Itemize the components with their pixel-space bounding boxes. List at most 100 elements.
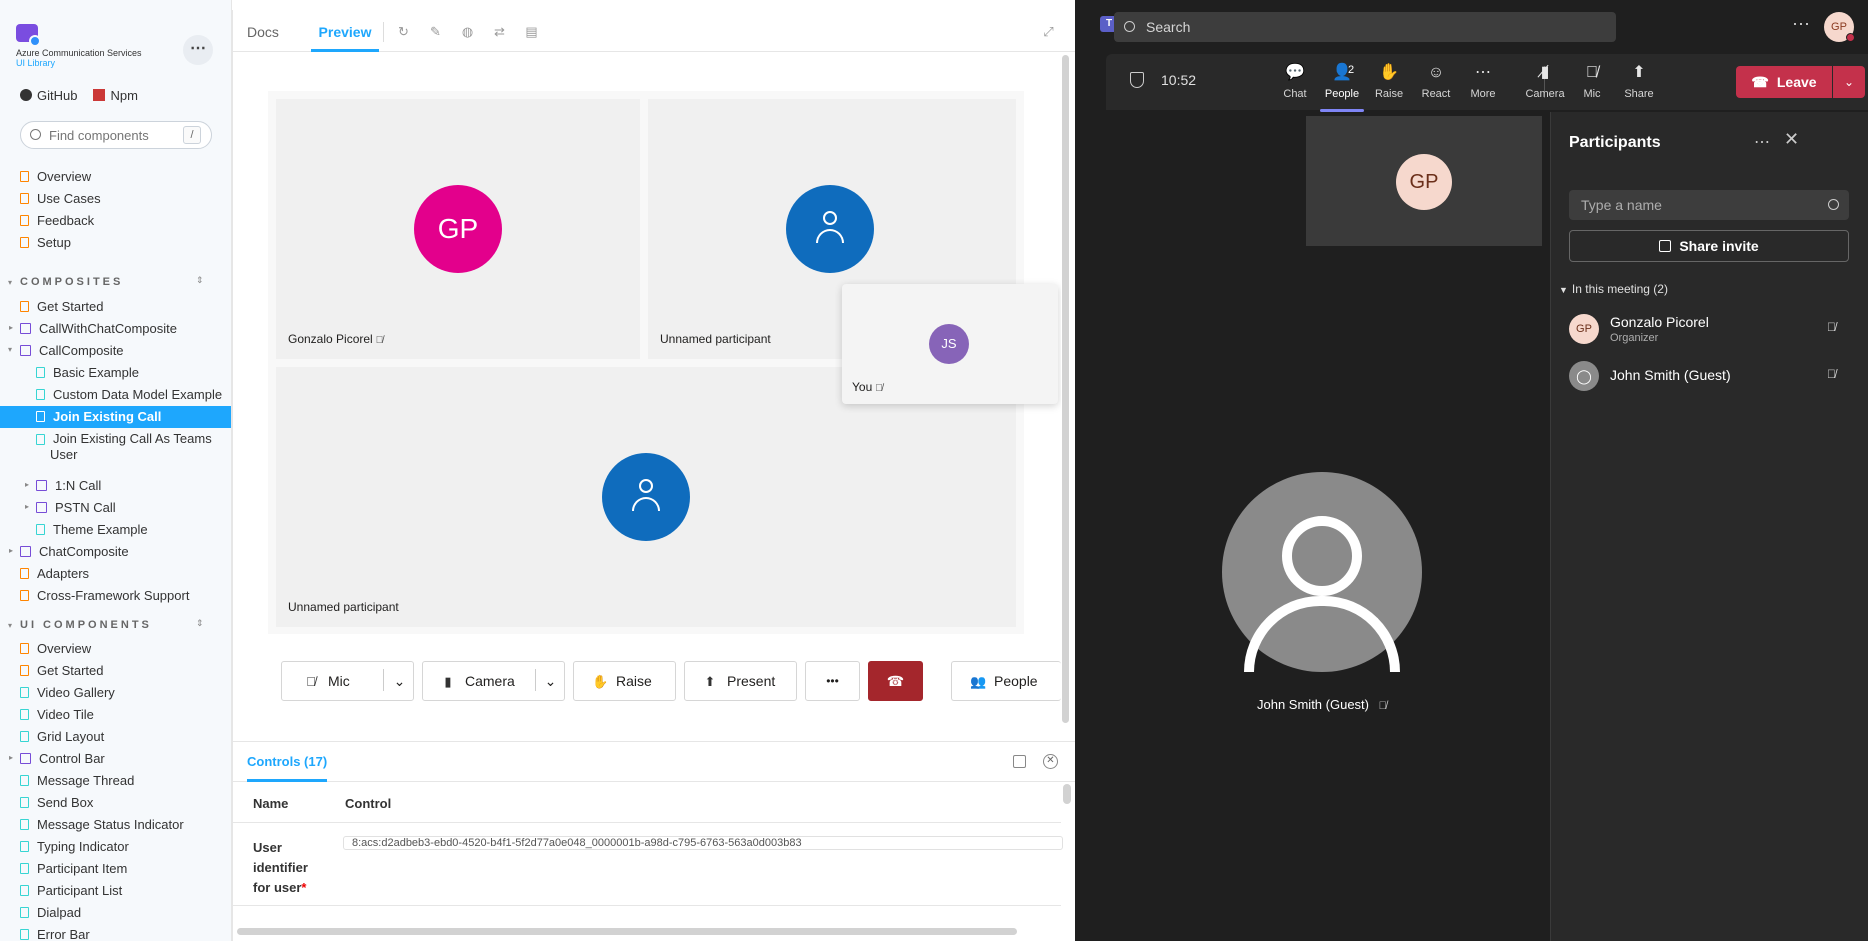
column-control: Control <box>345 796 392 811</box>
leave-button[interactable]: ☎ Leave <box>1736 66 1832 98</box>
react-button[interactable]: ☺ React <box>1410 62 1462 100</box>
nav-theme-example[interactable]: Theme Example <box>36 519 148 541</box>
nav-feedback[interactable]: Feedback <box>20 210 94 232</box>
nav-callcomposite[interactable]: CallComposite <box>20 340 124 362</box>
pencil-icon[interactable]: ✎ <box>429 25 442 38</box>
fullscreen-icon[interactable]: ⤢ <box>1042 25 1055 38</box>
preview-canvas: GP Gonzalo Picorel 🎙̸ Unnamed participant… <box>233 53 1063 741</box>
nav-control-bar[interactable]: Control Bar <box>20 748 105 770</box>
preview-scrollbar[interactable] <box>1061 55 1070 725</box>
nav-chatcomposite[interactable]: ChatComposite <box>20 541 129 563</box>
camera-button[interactable]: ▮̸ Camera <box>1519 62 1571 100</box>
people-button[interactable]: 👤 2 People <box>1316 62 1368 112</box>
sidebar-menu-button[interactable]: ⋯ <box>183 35 213 65</box>
person-icon <box>632 479 660 515</box>
scrollbar-thumb[interactable] <box>1062 55 1069 723</box>
chevron-right-icon[interactable]: ▸ <box>9 546 13 555</box>
share-button[interactable]: ⬆ Share <box>1613 62 1665 100</box>
raise-hand-button[interactable]: ✋ Raise <box>573 661 676 701</box>
direction-icon[interactable]: ⇄ <box>493 25 506 38</box>
chat-button[interactable]: 💬 Chat <box>1269 62 1321 100</box>
scrollbar-thumb[interactable] <box>237 928 1017 935</box>
local-video-tile[interactable]: JS You 🎙̸ <box>842 284 1058 404</box>
video-tile[interactable]: GP <box>1306 116 1542 246</box>
layout-icon[interactable]: ▤ <box>525 25 538 38</box>
nav-participant-item[interactable]: Participant Item <box>20 858 127 880</box>
story-icon <box>36 411 45 422</box>
nav-dialpad[interactable]: Dialpad <box>20 902 81 924</box>
nav-video-gallery[interactable]: Video Gallery <box>20 682 115 704</box>
controls-scrollbar-thumb[interactable] <box>1063 784 1071 804</box>
presence-busy-icon <box>1846 33 1855 42</box>
search-participant-input[interactable] <box>1569 190 1849 220</box>
more-button[interactable]: ⋯ More <box>1457 62 1509 100</box>
nav-callwithchat[interactable]: CallWithChatComposite <box>20 318 177 340</box>
user-identifier-input[interactable]: 8:acs:d2adbeb3-ebd0-4520-b4f1-5f2d77a0e0… <box>343 836 1063 850</box>
npm-link[interactable]: Npm <box>93 88 138 103</box>
nav-1n-call[interactable]: 1:N Call <box>36 475 101 497</box>
close-icon[interactable]: ✕ <box>1784 129 1799 150</box>
section-ui-components[interactable]: UI COMPONENTS <box>20 619 152 631</box>
nav-grid-layout[interactable]: Grid Layout <box>20 726 104 748</box>
nav-basic-example[interactable]: Basic Example <box>36 362 139 384</box>
camera-options-chevron-icon[interactable]: ⌄ <box>537 662 564 700</box>
raise-hand-button[interactable]: ✋ Raise <box>1363 62 1415 100</box>
present-button[interactable]: ⬆ Present <box>684 661 797 701</box>
github-link[interactable]: GitHub <box>20 88 77 103</box>
nav-send-box[interactable]: Send Box <box>20 792 93 814</box>
nav-custom-data-model[interactable]: Custom Data Model Example <box>36 384 222 406</box>
tab-preview[interactable]: Preview <box>311 10 379 52</box>
nav-message-status[interactable]: Message Status Indicator <box>20 814 184 836</box>
brand[interactable]: Azure Communication Services UI Library <box>16 24 146 68</box>
end-call-button[interactable]: ☎ <box>868 661 923 701</box>
nav-video-tile[interactable]: Video Tile <box>20 704 94 726</box>
in-meeting-section[interactable]: ▼ In this meeting (2) <box>1559 282 1668 296</box>
section-caret-icon[interactable]: ▾ <box>8 278 12 287</box>
mic-options-chevron-icon[interactable]: ⌄ <box>385 662 414 700</box>
shield-icon[interactable] <box>1130 72 1144 88</box>
remount-icon[interactable]: ↻ <box>397 25 410 38</box>
nav-error-bar[interactable]: Error Bar <box>20 924 90 941</box>
close-panel-icon[interactable]: ✕ <box>1043 754 1058 769</box>
share-invite-button[interactable]: Share invite <box>1569 230 1849 262</box>
nav-adapters[interactable]: Adapters <box>20 563 89 585</box>
more-icon[interactable]: ⋯ <box>1754 132 1770 152</box>
panel-orientation-icon[interactable] <box>1013 755 1026 768</box>
nav-cross-framework[interactable]: Cross-Framework Support <box>20 585 189 607</box>
expand-collapse-icon[interactable]: ⇕ <box>196 618 204 629</box>
more-icon[interactable]: ⋯ <box>1792 14 1810 35</box>
nav-pstn-call[interactable]: PSTN Call <box>36 497 116 519</box>
chevron-right-icon[interactable]: ▸ <box>25 502 29 511</box>
participant-row[interactable]: GP Gonzalo Picorel Organizer 🎙̸ <box>1569 308 1859 350</box>
nav-participant-list[interactable]: Participant List <box>20 880 122 902</box>
participant-row[interactable]: ◯ John Smith (Guest) 🎙̸ <box>1569 355 1859 397</box>
chevron-right-icon[interactable]: ▸ <box>9 323 13 332</box>
nav-join-existing-call-teams[interactable]: Join Existing Call As Teams User <box>36 428 221 468</box>
nav-join-existing-call[interactable]: Join Existing Call <box>0 406 231 428</box>
nav-ui-get-started[interactable]: Get Started <box>20 660 103 682</box>
nav-typing-indicator[interactable]: Typing Indicator <box>20 836 129 858</box>
section-composites[interactable]: COMPOSITES <box>20 276 123 288</box>
globe-icon[interactable]: ◍ <box>461 25 474 38</box>
nav-setup[interactable]: Setup <box>20 232 71 254</box>
expand-collapse-icon[interactable]: ⇕ <box>196 275 204 286</box>
chevron-down-icon[interactable]: ▾ <box>8 345 12 354</box>
nav-composites-get-started[interactable]: Get Started <box>20 296 103 318</box>
nav-overview[interactable]: Overview <box>20 166 91 188</box>
story-icon <box>20 841 29 852</box>
section-caret-icon[interactable]: ▾ <box>8 621 12 630</box>
mic-button[interactable]: 🎙̸ Mic <box>1566 62 1618 100</box>
nav-ui-overview[interactable]: Overview <box>20 638 91 660</box>
nav-message-thread[interactable]: Message Thread <box>20 770 134 792</box>
people-button[interactable]: 👥 People <box>951 661 1061 701</box>
chevron-right-icon[interactable]: ▸ <box>9 753 13 762</box>
horizontal-scrollbar[interactable] <box>237 928 1057 936</box>
tab-docs[interactable]: Docs <box>247 10 279 52</box>
leave-options-chevron-icon[interactable]: ⌄ <box>1833 66 1865 98</box>
teams-search-box[interactable]: Search <box>1114 12 1616 42</box>
more-button[interactable]: ••• <box>805 661 860 701</box>
nav-use-cases[interactable]: Use Cases <box>20 188 101 210</box>
brand-subtitle: UI Library <box>16 58 56 68</box>
tab-controls[interactable]: Controls (17) <box>247 742 328 782</box>
chevron-right-icon[interactable]: ▸ <box>25 480 29 489</box>
